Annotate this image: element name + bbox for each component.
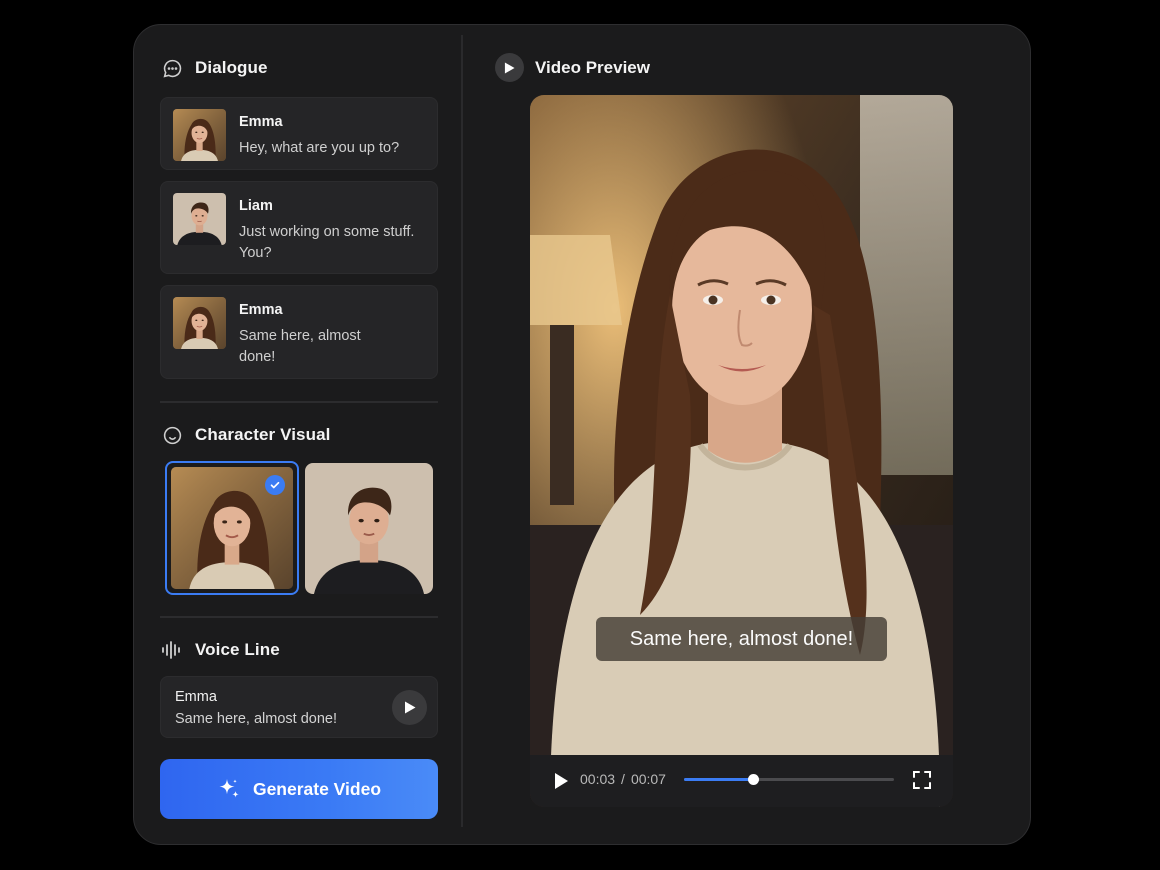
video-preview-title: Video Preview <box>535 57 650 77</box>
panel-divider <box>461 35 463 827</box>
time-readout: 00:03 / 00:07 <box>580 771 666 787</box>
video-player[interactable]: Same here, almost done! 00:03 / 00:07 <box>530 95 953 807</box>
voice-text: Same here, almost done! <box>175 711 338 727</box>
video-generator-panel: Dialogue Emma Hey, what are you up to? L… <box>133 24 1031 845</box>
message-text: Same here, almost done! <box>239 328 361 365</box>
video-play-icon <box>495 53 524 82</box>
message-speaker: Liam <box>239 198 273 214</box>
character-visual-header: Character Visual <box>161 422 330 448</box>
play-icon <box>404 701 415 714</box>
smiley-icon <box>161 424 183 446</box>
play-button[interactable] <box>550 770 572 792</box>
section-divider <box>160 616 438 618</box>
video-preview-header: Video Preview <box>495 53 650 82</box>
waveform-icon <box>161 639 183 661</box>
character-visual-emma[interactable] <box>165 461 299 595</box>
liam-portrait-image <box>305 463 433 594</box>
dialogue-message[interactable]: Liam Just working on some stuff. You? <box>160 181 438 274</box>
character-visual-title: Character Visual <box>195 425 331 444</box>
message-text: Hey, what are you up to? <box>239 140 400 156</box>
dialogue-header: Dialogue <box>161 55 268 81</box>
progress-fill <box>684 778 754 781</box>
dialogue-message[interactable]: Emma Same here, almost done! <box>160 285 438 379</box>
dialogue-title: Dialogue <box>195 58 268 77</box>
avatar-emma <box>173 297 226 349</box>
avatar-liam <box>173 193 226 245</box>
generate-video-label: Generate Video <box>252 778 382 799</box>
fullscreen-icon[interactable] <box>912 770 932 790</box>
duration: 00:07 <box>630 771 666 787</box>
character-visual-liam[interactable] <box>305 463 433 594</box>
sparkle-icon <box>219 779 239 798</box>
generate-video-button[interactable]: Generate Video <box>160 759 438 819</box>
section-divider <box>160 401 438 403</box>
message-speaker: Emma <box>239 114 283 130</box>
video-caption: Same here, almost done! <box>596 617 887 661</box>
voice-line-header: Voice Line <box>161 637 280 663</box>
voice-line-title: Voice Line <box>195 640 280 659</box>
voice-speaker: Emma <box>175 689 217 705</box>
message-text: Just working on some stuff. You? <box>239 224 415 261</box>
avatar-emma <box>173 109 226 161</box>
message-speaker: Emma <box>239 302 283 318</box>
chat-bubble-icon <box>161 57 183 79</box>
current-time: 00:03 <box>580 771 616 787</box>
video-frame <box>530 95 953 807</box>
voice-line-card[interactable]: Emma Same here, almost done! <box>160 676 438 738</box>
selected-check-icon <box>265 475 285 495</box>
voice-play-button[interactable] <box>392 690 427 725</box>
progress-track[interactable] <box>684 774 894 785</box>
progress-handle[interactable] <box>748 774 760 785</box>
time-separator: / <box>621 771 625 787</box>
video-controls: 00:03 / 00:07 <box>530 755 953 807</box>
dialogue-message[interactable]: Emma Hey, what are you up to? <box>160 97 438 170</box>
